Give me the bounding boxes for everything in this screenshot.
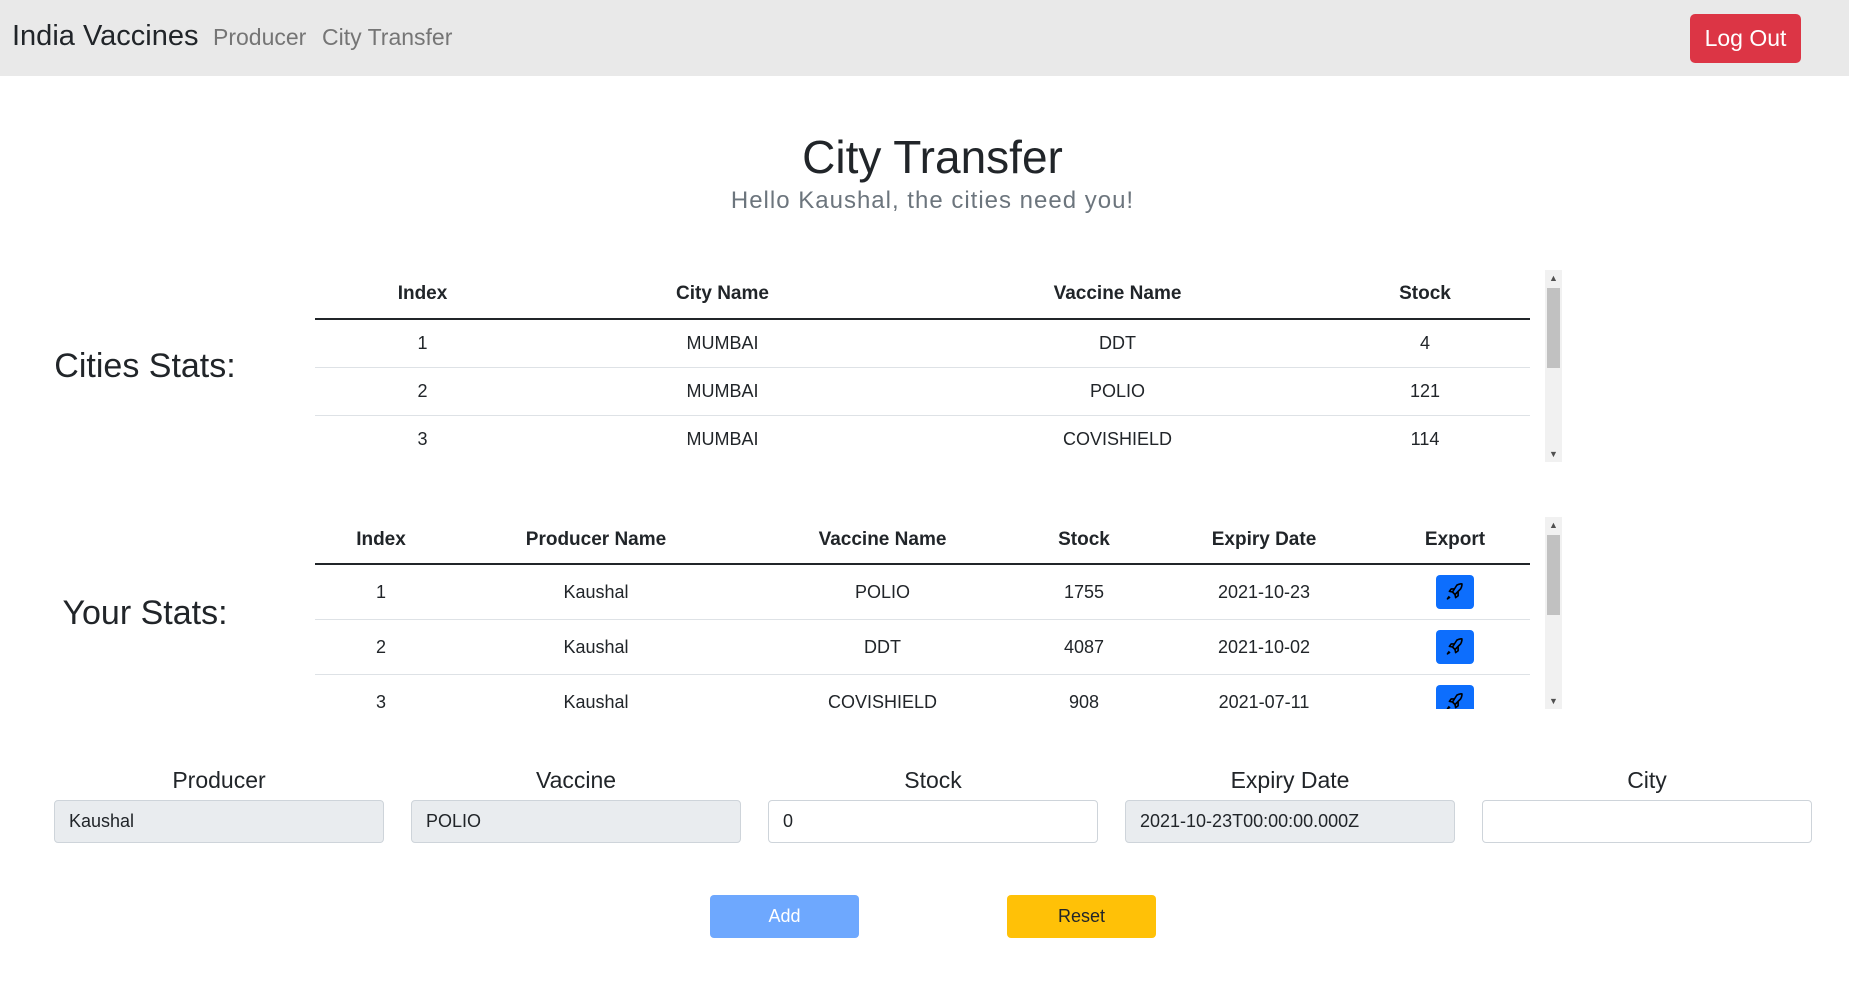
- brand[interactable]: India Vaccines: [12, 20, 198, 53]
- scrollbar-thumb[interactable]: [1547, 535, 1560, 615]
- column-header: Stock: [1020, 517, 1148, 565]
- table-cell: 1: [315, 564, 447, 620]
- export-button[interactable]: [1436, 575, 1474, 609]
- expiry-field-group: Expiry Date: [1125, 765, 1455, 843]
- column-header: Producer Name: [447, 517, 745, 565]
- reset-button[interactable]: Reset: [1007, 895, 1156, 938]
- table-cell: 114: [1320, 415, 1530, 462]
- table-cell: 1755: [1020, 564, 1148, 620]
- table-row: 1 MUMBAI DDT 4: [315, 319, 1530, 368]
- scrollbar-thumb[interactable]: [1547, 288, 1560, 368]
- producer-field[interactable]: [54, 800, 384, 843]
- table-cell: 2021-10-23: [1148, 564, 1380, 620]
- table-cell: Kaushal: [447, 564, 745, 620]
- scroll-up-icon[interactable]: ▲: [1545, 517, 1562, 533]
- page-title: City Transfer: [802, 131, 1063, 183]
- table-row: 1 Kaushal POLIO 1755 2021-10-23: [315, 564, 1530, 620]
- column-header: Vaccine Name: [915, 270, 1320, 320]
- table-cell: DDT: [745, 619, 1020, 675]
- rocket-icon: [1446, 582, 1463, 600]
- city-field-group: City: [1482, 765, 1812, 843]
- scroll-down-icon[interactable]: ▼: [1545, 446, 1562, 462]
- city-label: City: [1627, 767, 1667, 793]
- table-cell: MUMBAI: [530, 367, 915, 416]
- table-row: 3 MUMBAI COVISHIELD 114: [315, 415, 1530, 462]
- scroll-down-icon[interactable]: ▼: [1545, 693, 1562, 709]
- add-button[interactable]: Add: [710, 895, 859, 938]
- table-row: 2 Kaushal DDT 4087 2021-10-02: [315, 619, 1530, 675]
- table-cell: 2021-07-11: [1148, 674, 1380, 709]
- column-header: Vaccine Name: [745, 517, 1020, 565]
- table-cell: 2: [315, 367, 530, 416]
- table-cell: 2021-10-02: [1148, 619, 1380, 675]
- table-cell: [1380, 619, 1530, 675]
- table-cell: [1380, 674, 1530, 709]
- your-stats-table-container[interactable]: Index Producer Name Vaccine Name Stock E…: [315, 517, 1562, 709]
- cities-stats-label: Cities Stats:: [54, 347, 236, 385]
- stock-label: Stock: [904, 767, 962, 793]
- column-header: Export: [1380, 517, 1530, 565]
- table-row: 2 MUMBAI POLIO 121: [315, 367, 1530, 416]
- table-cell: [1380, 564, 1530, 620]
- table-cell: 4: [1320, 319, 1530, 368]
- table-cell: MUMBAI: [530, 319, 915, 368]
- table-cell: 1: [315, 319, 530, 368]
- cities-stats-table-container[interactable]: Index City Name Vaccine Name Stock 1 MUM…: [315, 270, 1562, 462]
- rocket-icon: [1446, 692, 1463, 709]
- your-stats-table-scrollbar[interactable]: ▲ ▼: [1545, 517, 1562, 709]
- stock-field-group: Stock: [768, 765, 1098, 843]
- page-scrollbar[interactable]: [1849, 0, 1865, 993]
- table-cell: MUMBAI: [530, 415, 915, 462]
- expiry-date-field[interactable]: [1125, 800, 1455, 843]
- table-cell: Kaushal: [447, 619, 745, 675]
- export-button[interactable]: [1436, 685, 1474, 709]
- column-header: Index: [315, 517, 447, 565]
- table-header-row: Index City Name Vaccine Name Stock: [315, 270, 1530, 320]
- table-cell: 3: [315, 415, 530, 462]
- column-header: Stock: [1320, 270, 1530, 320]
- table-cell: POLIO: [745, 564, 1020, 620]
- table-cell: 4087: [1020, 619, 1148, 675]
- your-stats-label: Your Stats:: [62, 594, 228, 632]
- your-stats-table: Index Producer Name Vaccine Name Stock E…: [315, 517, 1530, 709]
- producer-label: Producer: [172, 767, 266, 793]
- table-header-row: Index Producer Name Vaccine Name Stock E…: [315, 517, 1530, 565]
- table-cell: 2: [315, 619, 447, 675]
- vaccine-label: Vaccine: [535, 767, 617, 793]
- table-cell: 121: [1320, 367, 1530, 416]
- page-subtitle: Hello Kaushal, the cities need you!: [730, 187, 1135, 214]
- table-cell: COVISHIELD: [915, 415, 1320, 462]
- cities-table-scrollbar[interactable]: ▲ ▼: [1545, 270, 1562, 462]
- table-cell: 908: [1020, 674, 1148, 709]
- logout-button[interactable]: Log Out: [1690, 14, 1801, 63]
- city-field[interactable]: [1482, 800, 1812, 843]
- stock-field[interactable]: [768, 800, 1098, 843]
- rocket-icon: [1446, 637, 1463, 655]
- table-cell: Kaushal: [447, 674, 745, 709]
- scroll-up-icon[interactable]: ▲: [1545, 270, 1562, 286]
- nav-link-producer[interactable]: Producer: [213, 24, 306, 51]
- navbar: India Vaccines Producer City Transfer Lo…: [0, 0, 1865, 76]
- table-row: 3 Kaushal COVISHIELD 908 2021-07-11: [315, 674, 1530, 709]
- column-header: Index: [315, 270, 530, 320]
- vaccine-field-group: Vaccine: [411, 765, 741, 843]
- nav-link-city-transfer[interactable]: City Transfer: [322, 24, 452, 51]
- table-cell: COVISHIELD: [745, 674, 1020, 709]
- cities-stats-table: Index City Name Vaccine Name Stock 1 MUM…: [315, 270, 1530, 462]
- producer-field-group: Producer: [54, 765, 384, 843]
- table-cell: POLIO: [915, 367, 1320, 416]
- table-cell: DDT: [915, 319, 1320, 368]
- column-header: City Name: [530, 270, 915, 320]
- column-header: Expiry Date: [1148, 517, 1380, 565]
- expiry-date-label: Expiry Date: [1230, 767, 1350, 793]
- export-button[interactable]: [1436, 630, 1474, 664]
- vaccine-field[interactable]: [411, 800, 741, 843]
- table-cell: 3: [315, 674, 447, 709]
